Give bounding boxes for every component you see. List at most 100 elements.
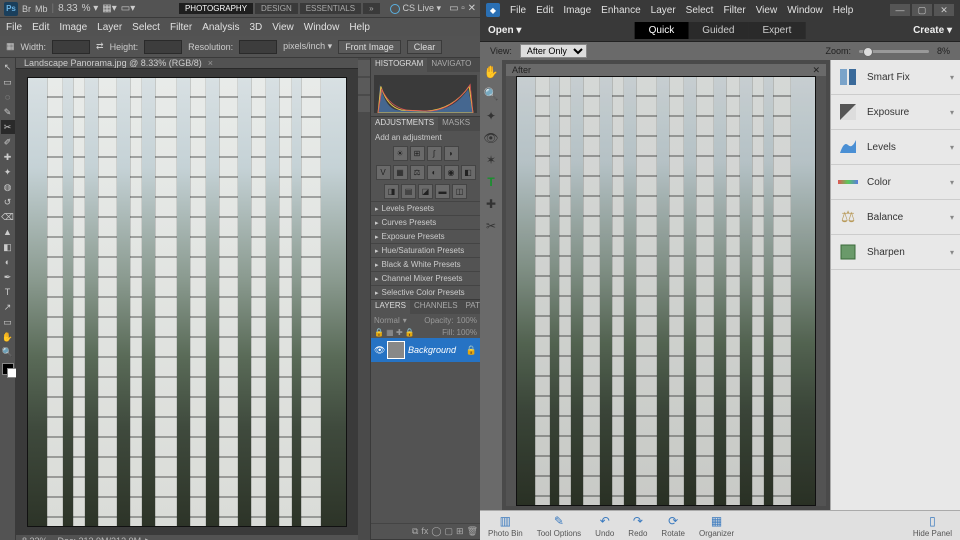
preset-exposure[interactable]: Exposure Presets [371,229,480,243]
tab-paths[interactable]: PATHS [462,300,480,314]
selective-color-icon[interactable]: ◫ [452,184,467,199]
screen-mode-icon[interactable]: ▭▾ [121,3,135,14]
photo-filter-icon[interactable]: ◉ [444,165,459,180]
menu-edit[interactable]: Edit [536,5,553,16]
preset-curves[interactable]: Curves Presets [371,215,480,229]
workspace-tab-design[interactable]: DESIGN [255,3,298,14]
workspace-tab-more[interactable]: » [363,3,379,14]
dodge-tool[interactable]: ◐ [1,255,15,269]
preset-mixer[interactable]: Channel Mixer Presets [371,271,480,285]
tab-masks[interactable]: MASKS [438,117,474,131]
threshold-icon[interactable]: ◪ [418,184,433,199]
type-tool[interactable]: T [1,285,15,299]
collapsed-panel-icon[interactable] [358,96,370,112]
lasso-tool[interactable]: ◌ [1,90,15,104]
zoom-suffix[interactable]: % ▾ [82,3,99,14]
menu-view[interactable]: View [272,22,294,33]
mode-quick[interactable]: Quick [635,22,689,39]
collapsed-panel-icon[interactable] [358,60,370,76]
crop-tool[interactable]: ✂ [1,120,15,134]
rotate-button[interactable]: ⟳Rotate [661,514,685,538]
redo-button[interactable]: ↷Redo [628,514,647,538]
brightness-icon[interactable]: ☀ [393,146,408,161]
status-zoom[interactable]: 8.33% [22,536,48,540]
menu-layer[interactable]: Layer [97,22,122,33]
front-image-button[interactable]: Front Image [338,40,401,54]
height-field[interactable] [144,40,182,54]
layer-thumbnail[interactable] [387,341,405,359]
eyedropper-tool[interactable]: ✐ [1,135,15,149]
text-tool[interactable]: T [483,174,499,190]
menu-select[interactable]: Select [686,5,714,16]
document-tab[interactable]: Landscape Panorama.jpg @ 8.33% (RGB/8) × [16,58,358,69]
levels-icon[interactable]: ⊞ [410,146,425,161]
vibrance-icon[interactable]: V [376,165,391,180]
trash-icon[interactable]: 🗑 [467,526,478,537]
menu-3d[interactable]: 3D [249,22,262,33]
maximize-button[interactable]: ▢ [912,4,932,16]
hand-tool[interactable]: ✋ [1,330,15,344]
tab-navigator[interactable]: NAVIGATO [427,58,475,72]
curves-icon[interactable]: ∫ [427,146,442,161]
menu-image[interactable]: Image [59,22,87,33]
menu-image[interactable]: Image [563,5,591,16]
workspace-tab-essentials[interactable]: ESSENTIALS [300,3,361,14]
tab-adjustments[interactable]: ADJUSTMENTS [371,117,438,131]
window-controls-icon[interactable]: ▭ ▫ ✕ [449,3,476,14]
preset-hue[interactable]: Hue/Saturation Presets [371,243,480,257]
link-icon[interactable]: ⧉ [412,526,418,537]
document-canvas[interactable] [516,76,816,506]
view-select[interactable]: After Only [520,44,587,58]
redeye-tool[interactable]: 👁 [483,130,499,146]
menu-file[interactable]: File [510,5,526,16]
fill-value[interactable]: 100% [457,328,477,337]
stamp-tool[interactable]: ◍ [1,180,15,194]
preset-levels[interactable]: Levels Presets [371,201,480,215]
preset-bw[interactable]: Black & White Presets [371,257,480,271]
mode-expert[interactable]: Expert [748,22,805,39]
colorbalance-icon[interactable]: ⚖ [410,165,425,180]
resolution-unit[interactable]: pixels/inch ▾ [283,41,332,52]
fix-sharpen[interactable]: Sharpen [831,235,960,270]
mixer-icon[interactable]: ◧ [461,165,476,180]
fix-smartfix[interactable]: Smart Fix [831,60,960,95]
new-layer-icon[interactable]: ⊞ [456,526,464,537]
fix-color[interactable]: Color [831,165,960,200]
foreground-swatch[interactable] [2,363,14,375]
zoom-tool[interactable]: 🔍 [1,345,15,359]
fix-levels[interactable]: Levels [831,130,960,165]
collapsed-panel-icon[interactable] [358,78,370,94]
menu-file[interactable]: File [6,22,22,33]
document-canvas[interactable] [27,77,347,527]
zoom-value[interactable]: 8.33 [58,3,77,14]
visibility-icon[interactable]: 👁 [374,345,384,355]
posterize-icon[interactable]: ▤ [401,184,416,199]
history-brush-tool[interactable]: ↺ [1,195,15,209]
minibridge-icon[interactable]: Mb [35,4,48,14]
tab-channels[interactable]: CHANNELS [410,300,462,314]
create-button[interactable]: Create ▾ [913,25,952,36]
bw-icon[interactable]: ◐ [427,165,442,180]
menu-analysis[interactable]: Analysis [202,22,239,33]
menu-edit[interactable]: Edit [32,22,49,33]
menu-view[interactable]: View [756,5,778,16]
menu-window[interactable]: Window [787,5,823,16]
tab-layers[interactable]: LAYERS [371,300,410,314]
fix-exposure[interactable]: Exposure [831,95,960,130]
lock-icons[interactable]: 🔒 ▦ ✚ 🔒 [374,328,415,337]
fx-icon[interactable]: fx [421,526,428,537]
width-field[interactable] [52,40,90,54]
move-tool[interactable]: ↖ [1,60,15,74]
hidepanel-button[interactable]: ▯Hide Panel [913,514,952,538]
layer-background[interactable]: 👁 Background 🔒 [371,338,480,362]
undo-button[interactable]: ↶Undo [595,514,614,538]
invert-icon[interactable]: ◨ [384,184,399,199]
menu-help[interactable]: Help [349,22,370,33]
folder-icon[interactable]: ▢ [445,526,454,537]
eraser-tool[interactable]: ⌫ [1,210,15,224]
tooloptions-button[interactable]: ✎Tool Options [537,514,581,538]
menu-enhance[interactable]: Enhance [601,5,640,16]
gradient-map-icon[interactable]: ▬ [435,184,450,199]
cslive-button[interactable]: CS Live ▾ [390,3,442,14]
crop-tool[interactable]: ✂ [483,218,499,234]
